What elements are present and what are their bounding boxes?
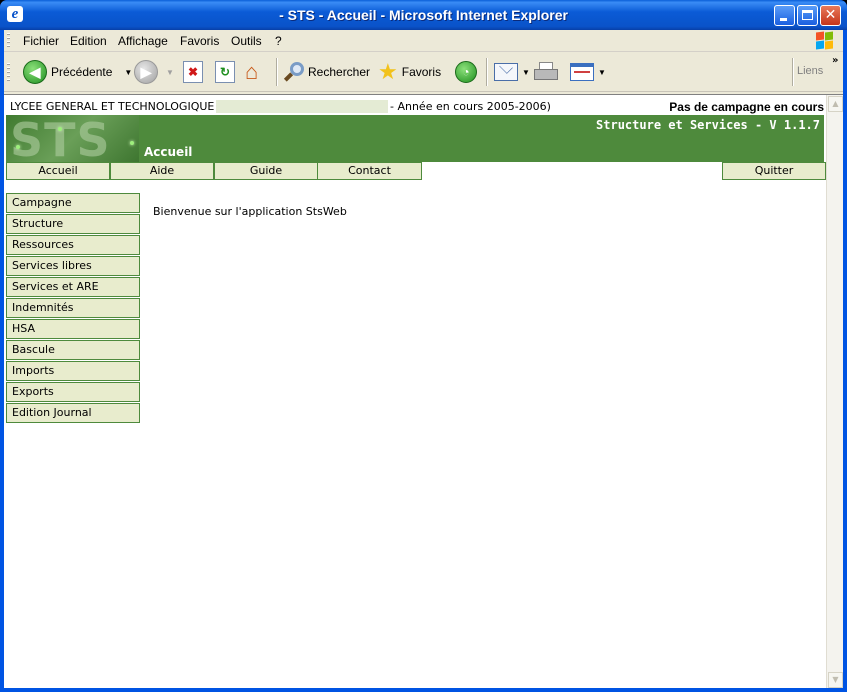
history-icon: ◔ bbox=[455, 61, 477, 83]
annee-label: - Année en cours 2005-2006) bbox=[390, 100, 551, 113]
side-item-services-are[interactable]: Services et ARE bbox=[6, 277, 140, 297]
back-arrow-icon: ◀ bbox=[23, 60, 47, 84]
window-title: - STS - Accueil - Microsoft Internet Exp… bbox=[279, 7, 568, 23]
search-icon bbox=[283, 62, 304, 82]
top-navigation: Accueil Aide Guide Contact Quitter bbox=[6, 162, 826, 180]
browser-window: e - STS - Accueil - Microsoft Internet E… bbox=[0, 0, 847, 692]
home-icon: ⌂ bbox=[245, 59, 259, 84]
toolbar-separator bbox=[792, 58, 793, 86]
side-item-exports[interactable]: Exports bbox=[6, 382, 140, 402]
toolbar-grip-icon[interactable] bbox=[7, 63, 10, 83]
side-item-hsa[interactable]: HSA bbox=[6, 319, 140, 339]
menu-bar: Fichier Edition Affichage Favoris Outils… bbox=[4, 30, 843, 52]
menu-grip-icon[interactable] bbox=[7, 33, 10, 49]
star-icon: ★ bbox=[378, 59, 398, 84]
favorites-label: Favoris bbox=[401, 65, 442, 79]
menu-affichage[interactable]: Affichage bbox=[118, 34, 168, 48]
dropdown-arrow-icon[interactable]: ▼ bbox=[166, 68, 174, 77]
info-line: LYCEE GENERAL ET TECHNOLOGIQUE - Année e… bbox=[4, 95, 826, 115]
logo-dot-icon bbox=[16, 145, 20, 149]
close-button[interactable]: ✕ bbox=[820, 5, 841, 26]
search-button[interactable]: Rechercher bbox=[283, 58, 371, 86]
back-button[interactable]: ◀ Précédente ▼ bbox=[23, 58, 132, 86]
side-item-indemnites[interactable]: Indemnités bbox=[6, 298, 140, 318]
refresh-button[interactable]: ↻ bbox=[215, 58, 235, 86]
windows-logo-icon bbox=[816, 31, 834, 50]
logo-dot-icon bbox=[58, 127, 62, 131]
minimize-button[interactable] bbox=[774, 5, 795, 26]
dropdown-arrow-icon[interactable]: ▼ bbox=[124, 68, 132, 77]
side-item-ressources[interactable]: Ressources bbox=[6, 235, 140, 255]
sts-logo: STS bbox=[6, 115, 139, 162]
menu-favoris[interactable]: Favoris bbox=[180, 34, 219, 48]
vertical-scrollbar[interactable]: ▲ ▼ bbox=[826, 95, 843, 689]
quit-button[interactable]: Quitter bbox=[722, 162, 826, 180]
title-bar[interactable]: e - STS - Accueil - Microsoft Internet E… bbox=[0, 0, 847, 30]
print-button[interactable] bbox=[534, 58, 558, 86]
links-label[interactable]: Liens bbox=[797, 65, 823, 77]
scroll-up-icon[interactable]: ▲ bbox=[828, 96, 843, 112]
welcome-message: Bienvenue sur l'application StsWeb bbox=[153, 205, 347, 218]
stop-button[interactable]: ✖ bbox=[183, 58, 203, 86]
menu-outils[interactable]: Outils bbox=[231, 34, 262, 48]
stop-icon: ✖ bbox=[183, 61, 203, 83]
close-icon: ✕ bbox=[824, 7, 837, 23]
toolbar-separator bbox=[486, 58, 487, 86]
tab-contact[interactable]: Contact bbox=[317, 162, 422, 180]
campagne-status: Pas de campagne en cours bbox=[669, 100, 824, 114]
dropdown-arrow-icon[interactable]: ▼ bbox=[598, 68, 606, 77]
tab-guide[interactable]: Guide bbox=[214, 162, 318, 180]
logo-text: STS bbox=[10, 115, 111, 162]
maximize-button[interactable] bbox=[797, 5, 818, 26]
side-item-services-libres[interactable]: Services libres bbox=[6, 256, 140, 276]
tab-accueil[interactable]: Accueil bbox=[6, 162, 110, 180]
printer-icon bbox=[534, 62, 558, 82]
header-banner: STS Structure et Services - V 1.1.7 Accu… bbox=[6, 115, 824, 162]
forward-button[interactable]: ▶ ▼ bbox=[134, 58, 174, 86]
favorites-button[interactable]: ★ Favoris bbox=[378, 58, 441, 86]
menu-edition[interactable]: Edition bbox=[70, 34, 107, 48]
side-item-bascule[interactable]: Bascule bbox=[6, 340, 140, 360]
refresh-icon: ↻ bbox=[215, 61, 235, 83]
mail-button[interactable]: ▼ bbox=[494, 58, 530, 86]
edit-page-icon bbox=[570, 63, 594, 81]
forward-arrow-icon: ▶ bbox=[134, 60, 158, 84]
minimize-icon bbox=[780, 18, 787, 21]
tab-aide[interactable]: Aide bbox=[110, 162, 214, 180]
etablissement-label: LYCEE GENERAL ET TECHNOLOGIQUE bbox=[10, 100, 215, 113]
side-item-campagne[interactable]: Campagne bbox=[6, 193, 140, 213]
standard-toolbar: ◀ Précédente ▼ ▶ ▼ ✖ ↻ ⌂ Rechercher ★ Fa… bbox=[4, 53, 843, 92]
redacted-field bbox=[216, 100, 388, 113]
toolbar-separator bbox=[276, 58, 277, 86]
section-title: Accueil bbox=[144, 145, 193, 159]
search-label: Rechercher bbox=[308, 65, 371, 79]
maximize-icon bbox=[802, 10, 813, 20]
side-item-edition-journal[interactable]: Edition Journal bbox=[6, 403, 140, 423]
sts-page: LYCEE GENERAL ET TECHNOLOGIQUE - Année e… bbox=[4, 95, 826, 689]
history-button[interactable]: ◔ bbox=[455, 58, 477, 86]
side-item-structure[interactable]: Structure bbox=[6, 214, 140, 234]
links-chevron-icon[interactable]: » bbox=[832, 55, 838, 66]
mail-icon bbox=[494, 60, 518, 81]
home-button[interactable]: ⌂ bbox=[245, 58, 258, 86]
menu-fichier[interactable]: Fichier bbox=[23, 34, 59, 48]
app-version: Structure et Services - V 1.1.7 bbox=[596, 118, 820, 132]
menu-help[interactable]: ? bbox=[275, 34, 282, 48]
scroll-down-icon[interactable]: ▼ bbox=[828, 672, 843, 688]
back-label: Précédente bbox=[51, 65, 113, 79]
browser-client: Fichier Edition Affichage Favoris Outils… bbox=[4, 30, 843, 689]
dropdown-arrow-icon[interactable]: ▼ bbox=[522, 68, 530, 77]
page-content: LYCEE GENERAL ET TECHNOLOGIQUE - Année e… bbox=[4, 94, 843, 689]
side-item-imports[interactable]: Imports bbox=[6, 361, 140, 381]
logo-dot-icon bbox=[130, 141, 134, 145]
window-bottom-border bbox=[0, 688, 847, 692]
edit-button[interactable]: ▼ bbox=[570, 58, 606, 86]
